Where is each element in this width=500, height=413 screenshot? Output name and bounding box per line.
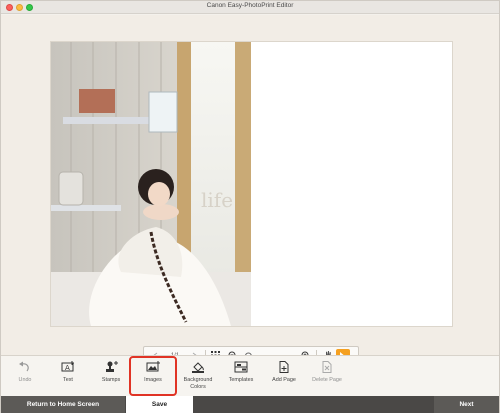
images-button[interactable]: Images: [129, 356, 177, 396]
return-to-home-button[interactable]: Return to Home Screen: [1, 396, 125, 413]
edit-canvas-area: life 1/: [1, 15, 499, 365]
undo-label: Undo: [18, 377, 32, 383]
undo-icon: [19, 361, 29, 372]
text-icon: A: [61, 361, 74, 372]
print-page[interactable]: life: [51, 42, 452, 326]
templates-label: Templates: [228, 377, 254, 383]
stamp-icon: [106, 361, 118, 372]
delete-page-label: Delete Page: [312, 377, 342, 383]
window-title: Canon Easy-PhotoPrint Editor: [206, 2, 294, 9]
app-window: Canon Easy-PhotoPrint Editor life Undo A…: [0, 0, 500, 413]
add-page-label: Add Page: [272, 377, 296, 383]
images-label: Images: [144, 377, 162, 383]
delete-page-icon: [322, 361, 332, 373]
footer-bar: Return to Home Screen Save Next: [1, 396, 499, 413]
background-color-icon: [192, 362, 204, 373]
photo-image[interactable]: life: [51, 42, 251, 326]
text-label: Text: [63, 377, 73, 383]
stamps-button[interactable]: Stamps: [87, 358, 135, 394]
templates-button[interactable]: Templates: [217, 358, 265, 394]
add-page-button[interactable]: Add Page: [260, 358, 308, 394]
window-decal-text: life: [201, 188, 233, 212]
background-colors-button[interactable]: Background Colors: [174, 358, 222, 394]
text-button[interactable]: A Text: [44, 358, 92, 394]
svg-text:A: A: [65, 364, 70, 372]
stamps-label: Stamps: [101, 377, 121, 383]
templates-icon: [234, 361, 248, 373]
background-colors-label: Background Colors: [183, 377, 213, 390]
undo-button[interactable]: Undo: [1, 358, 49, 394]
photo-illustration: life: [51, 42, 251, 326]
title-bar: Canon Easy-PhotoPrint Editor: [1, 1, 499, 14]
add-page-icon: [279, 361, 289, 373]
next-button[interactable]: Next: [434, 396, 499, 413]
delete-page-button[interactable]: Delete Page: [303, 358, 351, 394]
save-button[interactable]: Save: [126, 396, 193, 413]
image-icon: [146, 361, 160, 372]
edit-toolbar: Undo A Text Stamps Images Background Col…: [1, 355, 499, 396]
